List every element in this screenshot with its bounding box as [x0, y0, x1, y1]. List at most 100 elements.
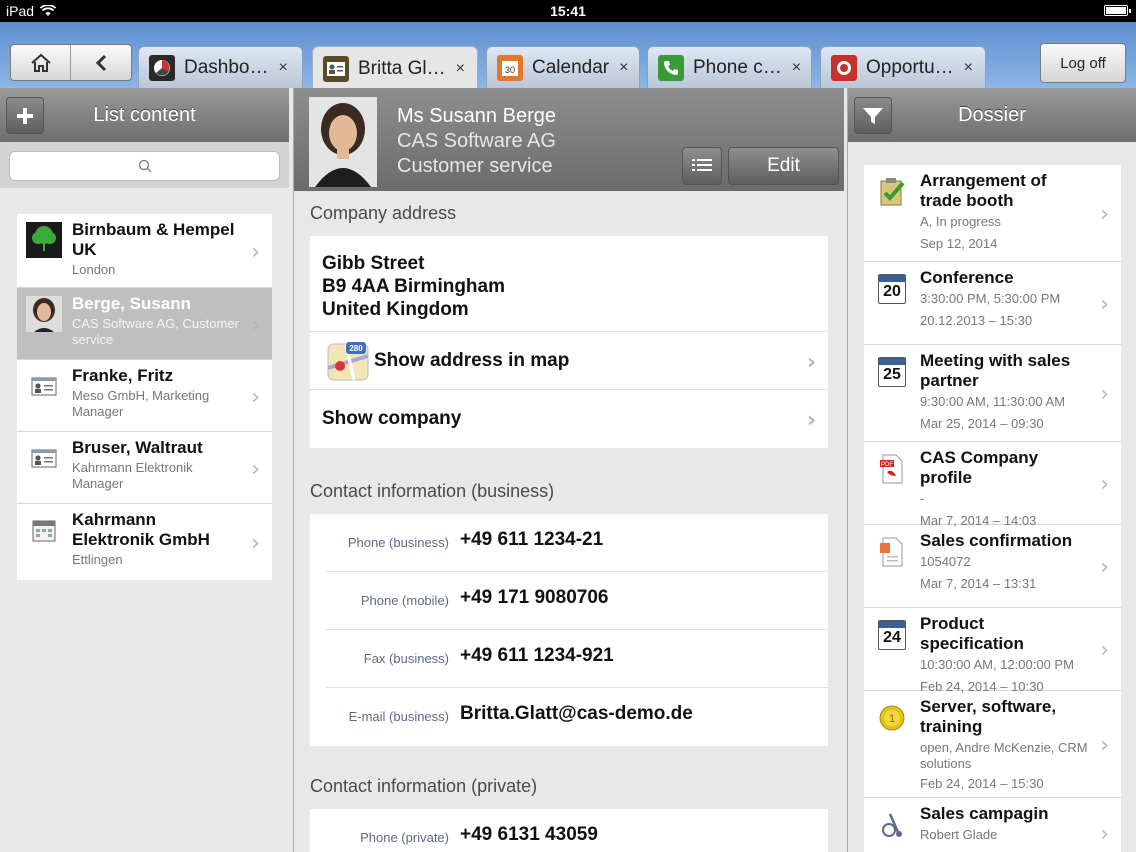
contact-department: Customer service: [397, 155, 553, 177]
chevron-right-icon: ›: [1100, 472, 1109, 497]
filter-button[interactable]: [854, 97, 892, 134]
contact-photo: [309, 97, 377, 187]
dossier-item-date: 20.12.2013 – 15:30: [920, 313, 1033, 328]
chevron-right-icon: ›: [806, 349, 816, 375]
list-item-title: Bruser, Waltraut: [72, 438, 203, 457]
list-panel-header: List content: [0, 88, 289, 142]
svg-text:30: 30: [505, 65, 515, 75]
list-item[interactable]: Kahrmann Elektronik GmbH Ettlingen ›: [17, 504, 272, 580]
phone-business-row[interactable]: Phone (business) +49 611 1234-21: [326, 514, 828, 572]
list-panel-title: List content: [93, 103, 196, 126]
svg-text:280: 280: [349, 344, 363, 353]
content-list: Birnbaum & Hempel UK London › Berge, Sus…: [17, 214, 272, 580]
email-business-row[interactable]: E-mail (business) Britta.Glatt@cas-demo.…: [326, 688, 828, 746]
tab-dashboard[interactable]: Dashbo… ×: [138, 46, 303, 88]
phone-icon: [658, 54, 684, 81]
list-item[interactable]: Bruser, Waltraut Kahrmann Elektronik Man…: [17, 432, 272, 504]
edit-button[interactable]: Edit: [728, 147, 839, 185]
tab-label: Opportu…: [866, 56, 954, 78]
svg-text:PDF: PDF: [881, 462, 893, 468]
company-address-card: Gibb Street B9 4AA Birmingham United Kin…: [310, 236, 828, 448]
dossier-item[interactable]: Sales confirmation 1054072 Mar 7, 2014 –…: [864, 525, 1121, 608]
dossier-item[interactable]: PDF CAS Company profile - Mar 7, 2014 – …: [864, 442, 1121, 528]
dossier-item-title: Conference: [920, 268, 1014, 287]
phone-mobile-row[interactable]: Phone (mobile) +49 171 9080706: [326, 572, 828, 630]
dossier-item[interactable]: 1 Server, software, training open, Andre…: [864, 691, 1121, 798]
close-icon[interactable]: ×: [792, 59, 801, 77]
filter-icon: [863, 107, 883, 124]
list-view-button[interactable]: [682, 147, 722, 185]
dossier-item[interactable]: Arrangement of trade booth A, In progres…: [864, 165, 1121, 262]
address-line: Gibb Street: [322, 253, 425, 274]
tab-label: Britta Gl…: [358, 57, 446, 79]
dossier-item-title: Meeting with sales partner: [920, 351, 1071, 390]
log-off-button[interactable]: Log off: [1040, 43, 1126, 83]
contact-card-icon: [323, 55, 349, 82]
list-item[interactable]: Birnbaum & Hempel UK London ›: [17, 214, 272, 288]
chevron-right-icon: ›: [251, 531, 260, 556]
tab-opportunities[interactable]: Opportu… ×: [820, 46, 986, 88]
dossier-item-subtitle: 3:30:00 PM, 5:30:00 PM: [920, 291, 1061, 306]
chevron-right-icon: ›: [1100, 292, 1109, 317]
dossier-panel: Dossier Arrangement of trade booth A, In…: [847, 88, 1136, 852]
chevron-right-icon: ›: [1100, 202, 1109, 227]
back-button[interactable]: [71, 45, 131, 80]
chevron-right-icon: ›: [251, 239, 260, 265]
tab-contact[interactable]: Britta Gl… ×: [312, 46, 478, 90]
chevron-right-icon: ›: [1100, 733, 1109, 758]
plus-icon: [17, 107, 33, 124]
chevron-right-icon: ›: [251, 456, 260, 482]
map-icon: 280: [326, 338, 372, 384]
show-address-in-map-row[interactable]: 280 Show address in map ›: [310, 332, 828, 390]
close-icon[interactable]: ×: [279, 59, 288, 77]
battery-icon: [1104, 5, 1131, 16]
dossier-item[interactable]: Sales campagin Robert Glade ›: [864, 798, 1121, 852]
field-value: +49 611 1234-21: [460, 529, 604, 550]
dossier-item-date: Feb 24, 2014 – 15:30: [920, 776, 1044, 791]
tab-label: Calendar: [532, 56, 610, 78]
list-item-title: Kahrmann Elektronik GmbH: [72, 510, 210, 549]
list-item-selected[interactable]: Berge, Susann CAS Software AG, Customer …: [17, 288, 272, 360]
show-company-row[interactable]: Show company ›: [310, 390, 828, 448]
address-block: Gibb Street B9 4AA Birmingham United Kin…: [310, 236, 828, 332]
dossier-item-subtitle: Robert Glade: [920, 827, 998, 842]
list-item-title: Berge, Susann: [72, 294, 192, 313]
add-button[interactable]: [6, 97, 44, 134]
contact-company: CAS Software AG: [397, 130, 556, 152]
home-button[interactable]: [11, 45, 71, 80]
dossier-header: Dossier: [848, 88, 1136, 142]
fax-business-row[interactable]: Fax (business) +49 611 1234-921: [326, 630, 828, 688]
chevron-right-icon: ›: [806, 408, 816, 433]
address-line: B9 4AA Birmingham: [322, 276, 505, 297]
dossier-item-title: Sales confirmation: [920, 531, 1073, 550]
show-address-in-map-label: Show address in map: [374, 349, 570, 371]
tab-calendar[interactable]: 30 Calendar ×: [486, 46, 640, 88]
close-icon[interactable]: ×: [456, 60, 465, 78]
campaign-icon: [878, 810, 906, 840]
dossier-item-subtitle: 1054072: [920, 554, 971, 569]
phone-private-row[interactable]: Phone (private) +49 6131 43059: [326, 809, 828, 852]
chevron-right-icon: ›: [1100, 555, 1109, 580]
dossier-item-date: Sep 12, 2014: [920, 236, 998, 251]
field-value: Britta.Glatt@cas-demo.de: [460, 703, 693, 724]
dossier-item-title: Server, software, training: [920, 697, 1057, 736]
list-item[interactable]: Franke, Fritz Meso GmbH, Marketing Manag…: [17, 360, 272, 432]
dossier-item[interactable]: 20 Conference 3:30:00 PM, 5:30:00 PM 20.…: [864, 262, 1121, 345]
dossier-item[interactable]: 25 Meeting with sales partner 9:30:00 AM…: [864, 345, 1121, 442]
list-panel: List content Birnbaum & Hempel UK London…: [0, 88, 289, 852]
field-value: +49 611 1234-921: [460, 645, 614, 666]
dossier-item-title: Arrangement of trade booth: [920, 171, 1047, 210]
chevron-right-icon: ›: [1100, 638, 1109, 663]
chevron-left-icon: [95, 54, 107, 71]
dossier-item-date: Mar 7, 2014 – 13:31: [920, 576, 1037, 591]
list-item-title: Franke, Fritz: [72, 366, 174, 385]
tab-phone-calls[interactable]: Phone c… ×: [647, 46, 812, 88]
search-input[interactable]: [9, 151, 280, 181]
home-icon: [30, 53, 51, 72]
close-icon[interactable]: ×: [619, 59, 628, 77]
dossier-item[interactable]: 24 Product specification 10:30:00 AM, 12…: [864, 608, 1121, 694]
status-bar: iPad 15:41: [0, 0, 1136, 22]
close-icon[interactable]: ×: [964, 59, 973, 77]
dashboard-icon: [149, 54, 175, 81]
dossier-title: Dossier: [958, 103, 1026, 126]
